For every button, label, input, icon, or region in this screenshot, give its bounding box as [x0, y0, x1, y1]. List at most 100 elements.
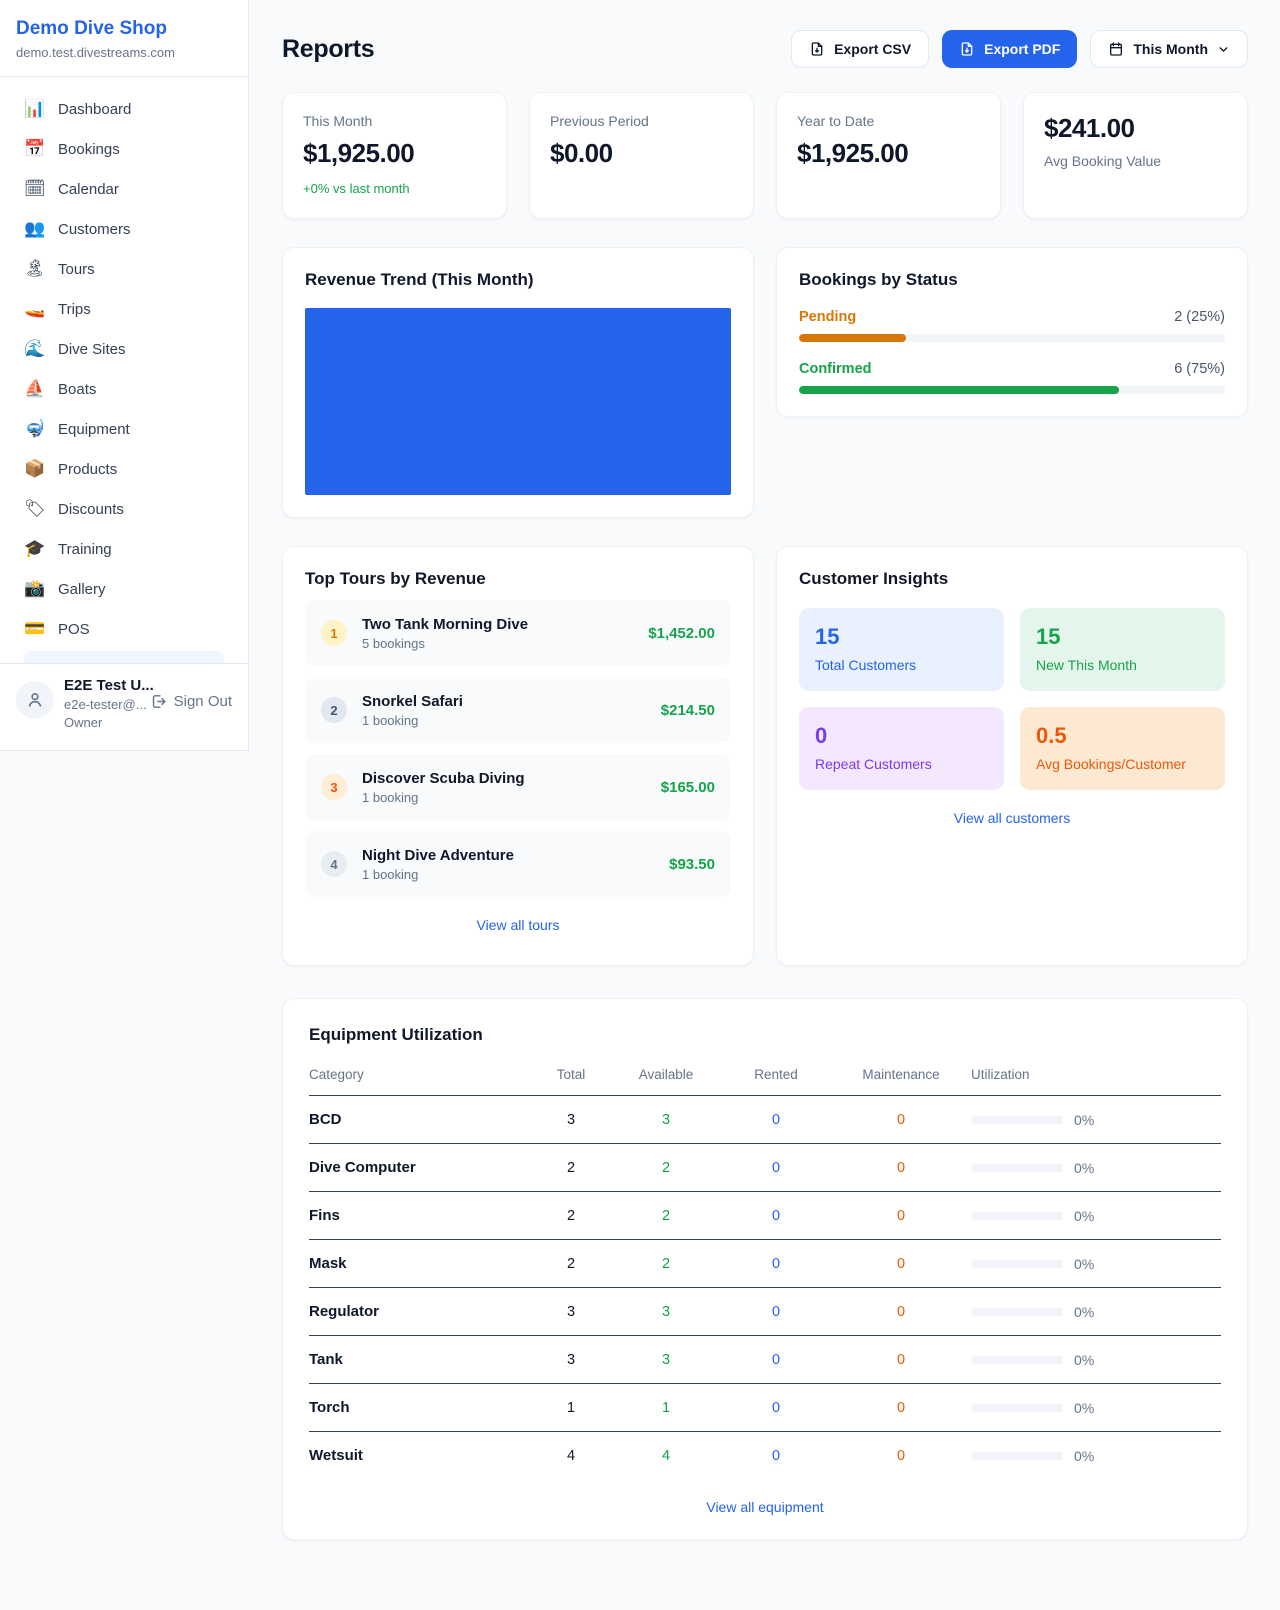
table-row: Regulator 3 3 0 0 0% — [309, 1288, 1221, 1336]
sidebar-active-item-partial[interactable] — [24, 651, 224, 663]
tours-icon: 🏝 — [24, 259, 44, 279]
table-row: Dive Computer 2 2 0 0 0% — [309, 1144, 1221, 1192]
stat-value: $241.00 — [1044, 113, 1227, 144]
sidebar-item-label: Boats — [58, 381, 96, 398]
status-label-pending: Pending — [799, 309, 856, 325]
sidebar-item-training[interactable]: 🎓 Training — [12, 529, 236, 569]
equipment-rented: 0 — [721, 1256, 831, 1272]
rank-badge: 3 — [321, 774, 347, 800]
table-row: BCD 3 3 0 0 0% — [309, 1096, 1221, 1144]
utilization-cell: 0% — [971, 1400, 1221, 1416]
utilization-percent: 0% — [1074, 1256, 1094, 1272]
file-csv-icon — [809, 41, 825, 57]
sidebar-item-dive-sites[interactable]: 🌊 Dive Sites — [12, 329, 236, 369]
sign-out-button[interactable]: Sign Out — [150, 693, 232, 710]
column-header-maintenance: Maintenance — [831, 1067, 971, 1082]
utilization-bar-track — [971, 1404, 1063, 1412]
stat-card-this-month: This Month $1,925.00 +0% vs last month — [282, 92, 507, 219]
table-row: Wetsuit 4 4 0 0 0% — [309, 1432, 1221, 1479]
equipment-maintenance: 0 — [831, 1304, 971, 1320]
view-all-equipment-link[interactable]: View all equipment — [309, 1499, 1221, 1515]
utilization-cell: 0% — [971, 1160, 1221, 1176]
column-header-total: Total — [531, 1067, 611, 1082]
sidebar-item-customers[interactable]: 👥 Customers — [12, 209, 236, 249]
view-all-customers-link[interactable]: View all customers — [799, 810, 1225, 826]
sidebar-item-products[interactable]: 📦 Products — [12, 449, 236, 489]
insight-value: 0 — [815, 723, 988, 749]
export-csv-button[interactable]: Export CSV — [791, 30, 929, 68]
pos-icon: 💳 — [24, 619, 44, 639]
stat-label: Avg Booking Value — [1044, 153, 1227, 169]
export-pdf-button[interactable]: Export PDF — [942, 30, 1077, 68]
equipment-available: 3 — [611, 1352, 721, 1368]
utilization-percent: 0% — [1074, 1304, 1094, 1320]
export-pdf-label: Export PDF — [984, 41, 1060, 57]
tour-name: Night Dive Adventure — [362, 847, 514, 864]
sidebar-item-calendar[interactable]: 🗓 Calendar — [12, 169, 236, 209]
trips-icon: 🚤 — [24, 299, 44, 319]
sidebar-item-label: Dive Sites — [58, 341, 126, 358]
column-header-utilization: Utilization — [971, 1067, 1221, 1082]
lists-row: Top Tours by Revenue 1 Two Tank Morning … — [282, 546, 1248, 966]
user-meta: E2E Test U... e2e-tester@... Owner — [64, 677, 140, 730]
equipment-maintenance: 0 — [831, 1448, 971, 1464]
tour-row: 4 Night Dive Adventure 1 booking $93.50 — [305, 831, 731, 897]
sidebar-nav: 📊 Dashboard 📅 Bookings 🗓 Calendar 👥 Cust… — [0, 77, 248, 663]
equipment-total: 1 — [531, 1400, 611, 1416]
gallery-icon: 📸 — [24, 579, 44, 599]
sidebar-item-gallery[interactable]: 📸 Gallery — [12, 569, 236, 609]
sidebar-item-boats[interactable]: ⛵ Boats — [12, 369, 236, 409]
sidebar-item-label: Tours — [58, 261, 95, 278]
sidebar-item-equipment[interactable]: 🤿 Equipment — [12, 409, 236, 449]
sidebar-item-discounts[interactable]: 🏷 Discounts — [12, 489, 236, 529]
equipment-category: Wetsuit — [309, 1447, 531, 1464]
insights-grid: 15 Total Customers 15 New This Month 0 R… — [799, 608, 1225, 790]
utilization-percent: 0% — [1074, 1448, 1094, 1464]
equipment-available: 4 — [611, 1448, 721, 1464]
insight-tile-avg-bookings: 0.5 Avg Bookings/Customer — [1020, 707, 1225, 790]
sidebar-item-label: Equipment — [58, 421, 130, 438]
sidebar-item-dashboard[interactable]: 📊 Dashboard — [12, 89, 236, 129]
stat-value: $0.00 — [550, 138, 733, 169]
status-row-confirmed: Confirmed 6 (75%) — [799, 361, 1225, 394]
sidebar-item-label: Training — [58, 541, 112, 558]
sidebar-item-tours[interactable]: 🏝 Tours — [12, 249, 236, 289]
equipment-rented: 0 — [721, 1160, 831, 1176]
revenue-trend-chart — [305, 308, 731, 495]
sidebar-item-label: Discounts — [58, 501, 124, 518]
sidebar-item-bookings[interactable]: 📅 Bookings — [12, 129, 236, 169]
status-value-confirmed: 6 (75%) — [1174, 361, 1225, 377]
stat-value: $1,925.00 — [797, 138, 980, 169]
page-header: Reports Export CSV Export PDF This Month — [282, 30, 1248, 68]
equipment-total: 3 — [531, 1304, 611, 1320]
tour-bookings: 1 booking — [362, 867, 514, 882]
header-actions: Export CSV Export PDF This Month — [791, 30, 1248, 68]
user-name: E2E Test U... — [64, 677, 140, 694]
sidebar-item-trips[interactable]: 🚤 Trips — [12, 289, 236, 329]
equipment-maintenance: 0 — [831, 1112, 971, 1128]
stat-label: This Month — [303, 113, 486, 129]
utilization-bar-track — [971, 1308, 1063, 1316]
equipment-maintenance: 0 — [831, 1352, 971, 1368]
main-content: Reports Export CSV Export PDF This Month — [250, 0, 1280, 1580]
status-bar-track — [799, 386, 1225, 394]
sidebar-item-pos[interactable]: 💳 POS — [12, 609, 236, 649]
view-all-tours-link[interactable]: View all tours — [305, 917, 731, 933]
equipment-maintenance: 0 — [831, 1400, 971, 1416]
insight-label: Repeat Customers — [815, 756, 988, 772]
customers-icon: 👥 — [24, 219, 44, 239]
sidebar-item-label: POS — [58, 621, 90, 638]
training-icon: 🎓 — [24, 539, 44, 559]
equipment-total: 3 — [531, 1352, 611, 1368]
table-row: Mask 2 2 0 0 0% — [309, 1240, 1221, 1288]
equipment-category: Tank — [309, 1351, 531, 1368]
period-dropdown[interactable]: This Month — [1090, 30, 1248, 68]
equipment-rented: 0 — [721, 1208, 831, 1224]
export-csv-label: Export CSV — [834, 41, 911, 57]
insight-label: Total Customers — [815, 657, 988, 673]
sidebar-item-label: Dashboard — [58, 101, 131, 118]
tour-bookings: 1 booking — [362, 713, 463, 728]
rank-badge: 1 — [321, 620, 347, 646]
sidebar-item-label: Calendar — [58, 181, 119, 198]
top-tours-card: Top Tours by Revenue 1 Two Tank Morning … — [282, 546, 754, 966]
